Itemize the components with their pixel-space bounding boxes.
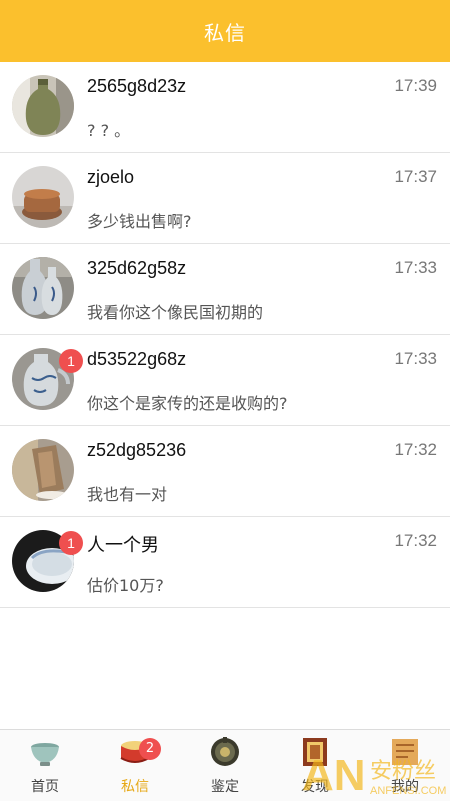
- avatar: [12, 166, 74, 228]
- message-time: 17:37: [394, 167, 437, 186]
- unread-badge: 1: [59, 531, 83, 555]
- avatar: [12, 75, 74, 137]
- tab-home[interactable]: 首页: [0, 730, 90, 801]
- tab-label: 鉴定: [211, 779, 239, 795]
- message-time: 17:33: [394, 349, 437, 368]
- tab-messages[interactable]: 私信: [90, 730, 180, 801]
- contact-name: zjoelo: [87, 167, 135, 187]
- conversation-row[interactable]: 1 人一个男 17:32 估价10万?: [0, 517, 450, 608]
- shrine-icon: [298, 735, 332, 769]
- message-preview: 我也有一对: [87, 485, 168, 504]
- tab-appraisal[interactable]: 鉴定: [180, 730, 270, 801]
- bowl-icon: [28, 735, 62, 769]
- tab-unread-badge: 2: [139, 738, 161, 760]
- tab-label: 发现: [301, 779, 329, 795]
- contact-name: z52dg85236: [87, 440, 187, 460]
- tab-discover[interactable]: 发现: [270, 730, 360, 801]
- page-title: 私信: [204, 20, 246, 45]
- message-preview: 多少钱出售啊?: [87, 212, 192, 231]
- tab-label: 私信: [121, 779, 149, 795]
- conversation-row[interactable]: zjoelo 17:37 多少钱出售啊?: [0, 153, 450, 244]
- contact-name: d53522g68z: [87, 349, 187, 369]
- conversation-list: 2565g8d23z 17:39 ? ? 。 zjoelo 17:37 多少钱出…: [0, 62, 450, 608]
- message-time: 17:33: [394, 258, 437, 277]
- message-preview: 你这个是家传的还是收购的?: [87, 394, 288, 413]
- message-preview: 估价10万?: [87, 576, 164, 595]
- message-time: 17:39: [394, 76, 437, 95]
- contact-name: 人一个男: [87, 535, 159, 555]
- conversation-row[interactable]: 2565g8d23z 17:39 ? ? 。: [0, 62, 450, 153]
- unread-badge: 1: [59, 349, 83, 373]
- conversation-row[interactable]: z52dg85236 17:32 我也有一对: [0, 426, 450, 517]
- tab-profile[interactable]: 我的: [360, 730, 450, 801]
- compass-icon: [208, 735, 242, 769]
- message-time: 17:32: [394, 531, 437, 550]
- conversation-row[interactable]: 325d62g58z 17:33 我看你这个像民国初期的: [0, 244, 450, 335]
- message-preview: ? ? 。: [87, 121, 131, 140]
- avatar: [12, 439, 74, 501]
- message-time: 17:32: [394, 440, 437, 459]
- bottom-tab-bar: 首页 私信 2 鉴定 发现 我的: [0, 729, 450, 801]
- header-bar: 私信: [0, 0, 450, 62]
- conversation-row[interactable]: 1 d53522g68z 17:33 你这个是家传的还是收购的?: [0, 335, 450, 426]
- tab-label: 我的: [391, 779, 419, 795]
- scroll-icon: [388, 735, 422, 769]
- avatar: [12, 257, 74, 319]
- tab-label: 首页: [31, 779, 59, 795]
- contact-name: 2565g8d23z: [87, 76, 187, 96]
- message-preview: 我看你这个像民国初期的: [87, 303, 264, 322]
- contact-name: 325d62g58z: [87, 258, 187, 278]
